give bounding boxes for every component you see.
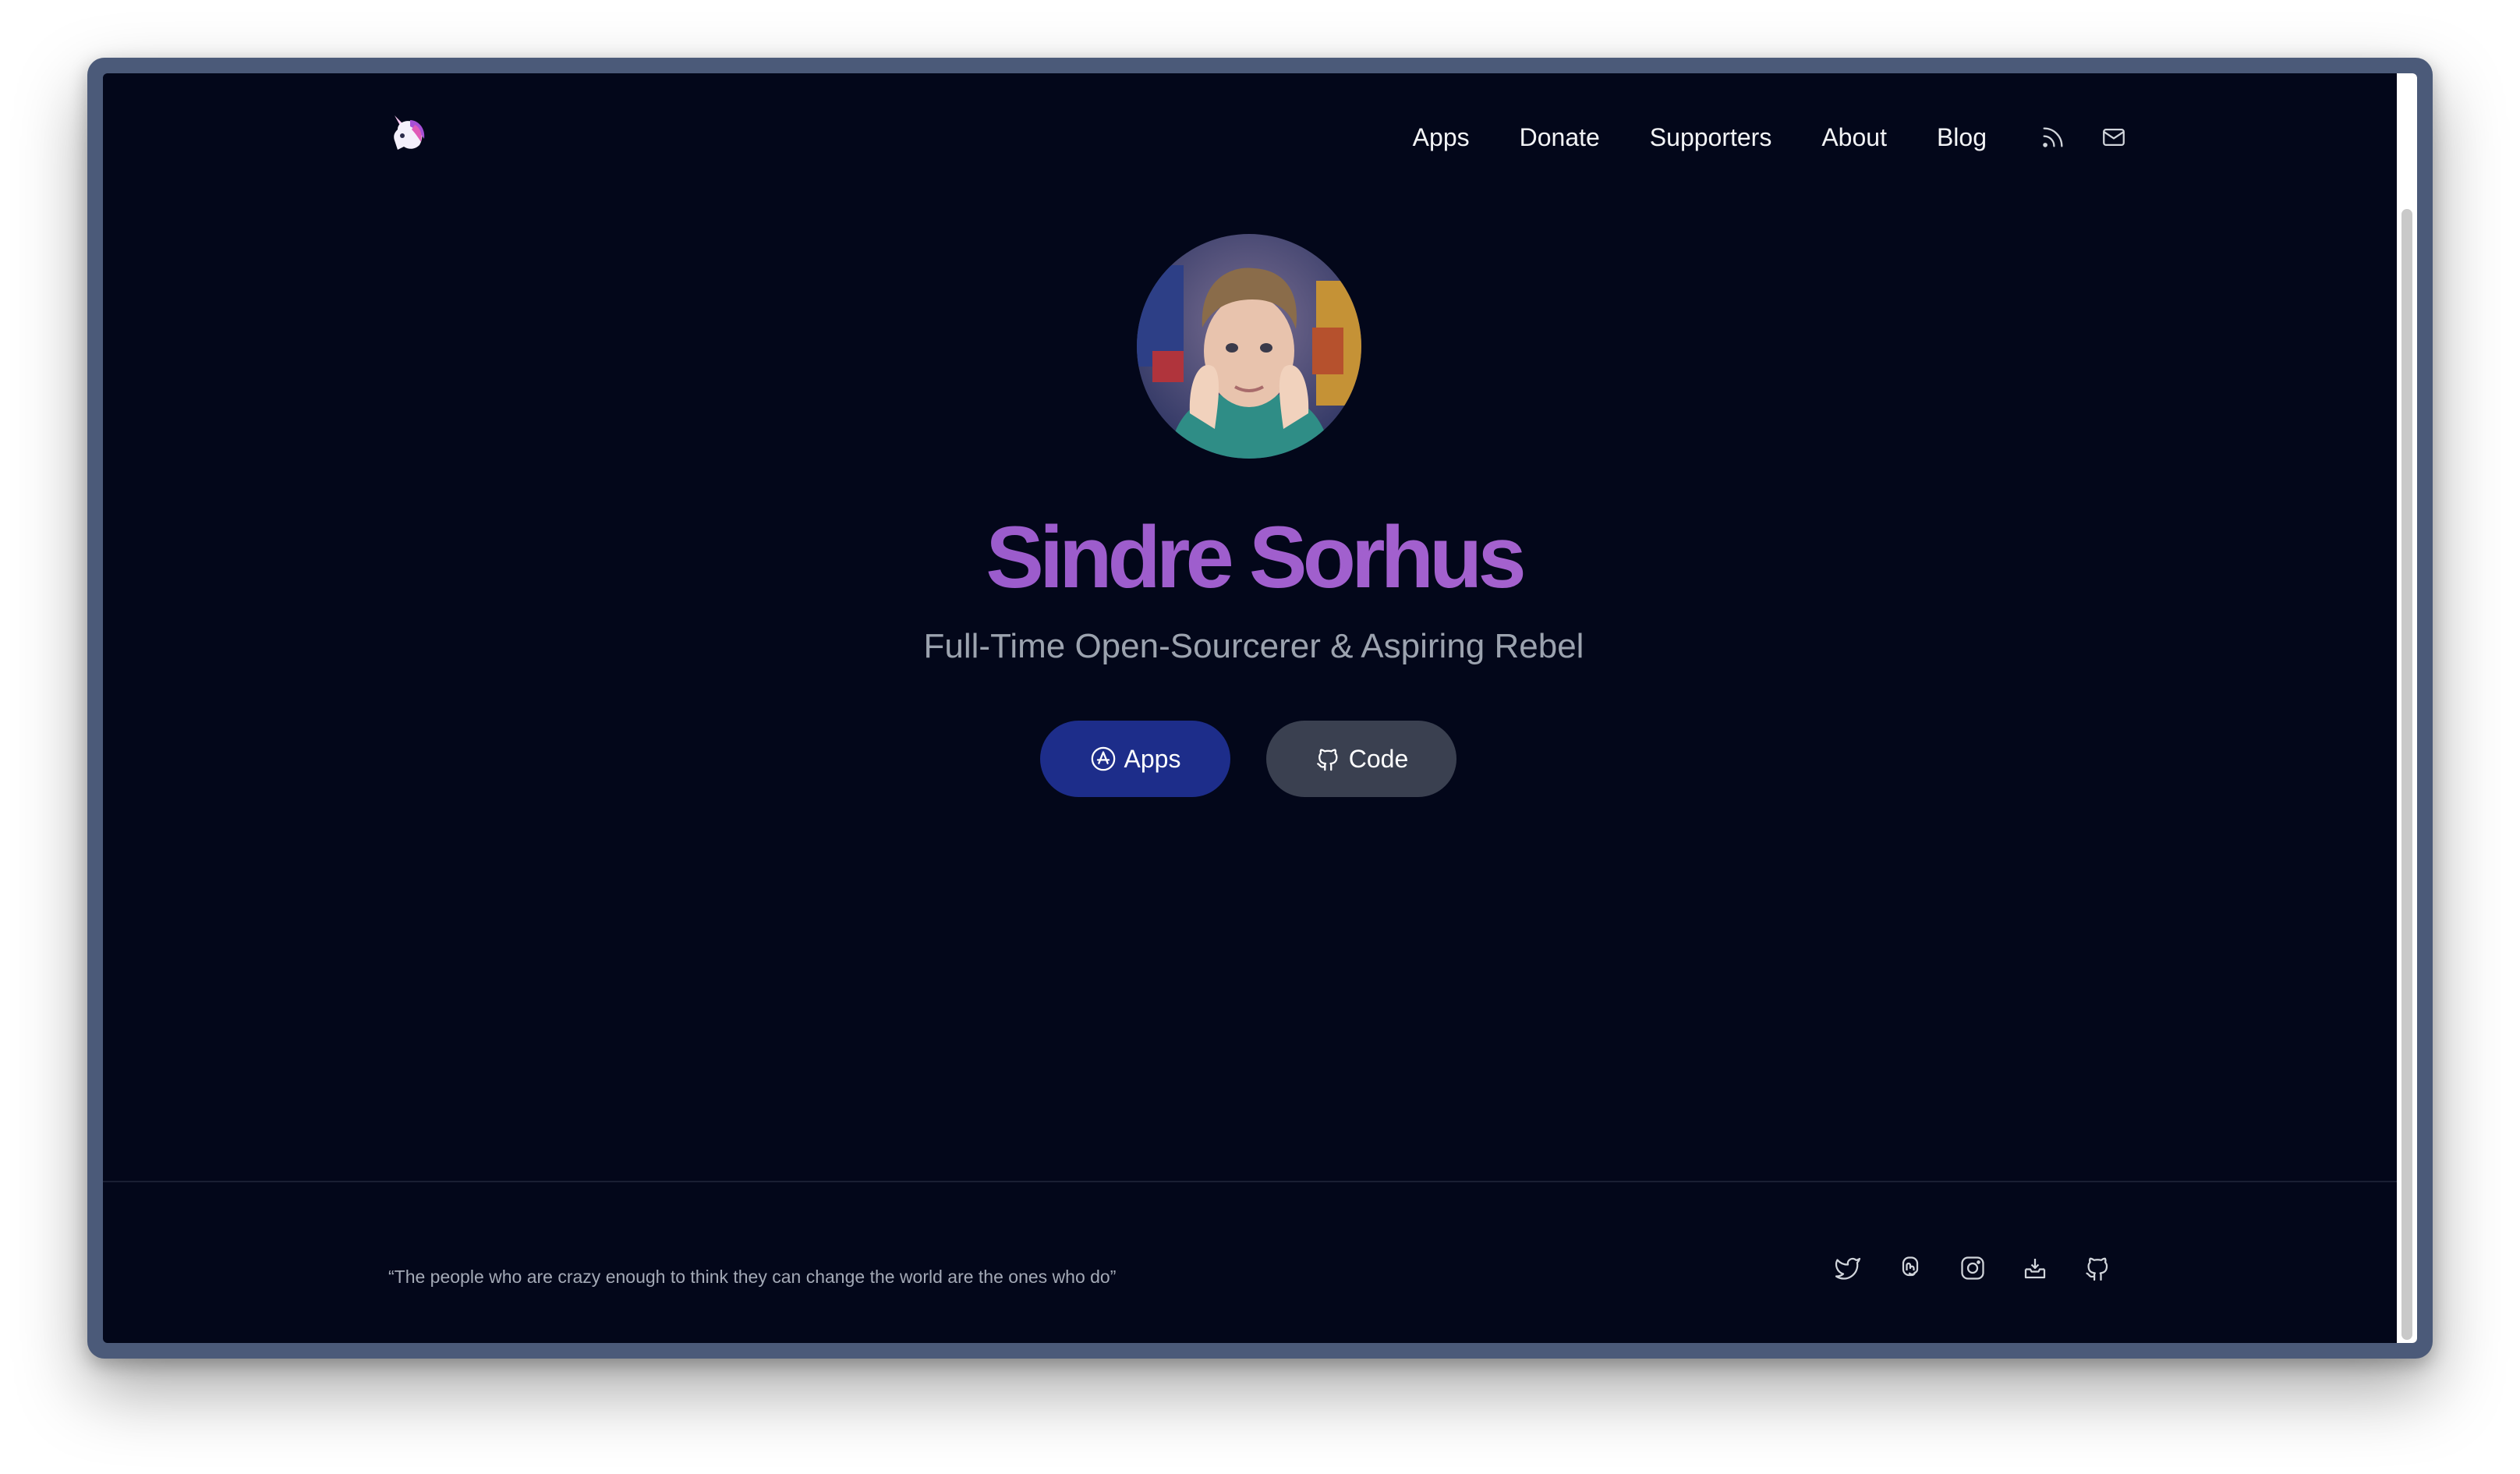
social-links	[1801, 1253, 2113, 1284]
github-icon	[1315, 746, 1341, 772]
footer-quote: “The people who are crazy enough to thin…	[388, 1267, 1117, 1287]
top-nav: Apps Donate Supporters About Blog	[1363, 114, 2129, 161]
github-footer-icon[interactable]	[2082, 1253, 2113, 1284]
nav-supporters[interactable]: Supporters	[1650, 123, 1772, 152]
app-store-icon	[1090, 746, 1117, 772]
nav-about[interactable]: About	[1821, 123, 1887, 152]
profile-avatar	[1137, 234, 1361, 459]
rss-icon[interactable]	[2038, 122, 2068, 152]
mail-icon[interactable]	[2099, 122, 2129, 152]
tagline: Full-Time Open-Sourcerer & Aspiring Rebe…	[923, 627, 1584, 665]
instagram-icon[interactable]	[1957, 1253, 1988, 1284]
browser-window: Apps Donate Supporters About Blog Sindre…	[87, 58, 2433, 1359]
footer-divider	[103, 1181, 2397, 1182]
unicorn-logo-icon[interactable]	[387, 112, 427, 153]
scrollbar-thumb[interactable]	[2401, 209, 2412, 1340]
code-button-label: Code	[1348, 744, 1409, 773]
code-button[interactable]: Code	[1266, 721, 1456, 797]
apps-button-label: Apps	[1124, 744, 1181, 773]
nav-donate[interactable]: Donate	[1520, 123, 1600, 152]
twitter-icon[interactable]	[1832, 1253, 1863, 1284]
page-viewport: Apps Donate Supporters About Blog Sindre…	[103, 73, 2417, 1343]
nav-blog[interactable]: Blog	[1937, 123, 1987, 152]
mastodon-icon[interactable]	[1895, 1253, 1926, 1284]
apps-button[interactable]: Apps	[1040, 721, 1230, 797]
scrollbar[interactable]	[2397, 73, 2417, 1343]
nav-apps[interactable]: Apps	[1413, 123, 1470, 152]
product-hunt-icon[interactable]	[2019, 1253, 2051, 1284]
page-title: Sindre Sorhus	[103, 507, 2405, 608]
